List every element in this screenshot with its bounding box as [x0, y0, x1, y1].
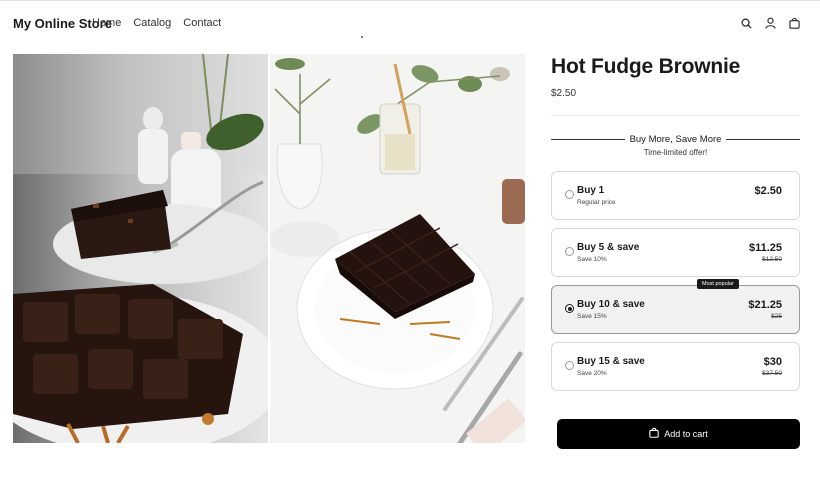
nav-catalog[interactable]: Catalog — [133, 17, 171, 29]
option-name: Buy 5 & save — [577, 242, 640, 253]
option-subtitle: Save 10% — [577, 256, 607, 263]
option-name: Buy 10 & save — [577, 299, 645, 310]
most-popular-badge: Most popular — [697, 279, 739, 289]
radio-button[interactable] — [565, 247, 574, 256]
bag-icon — [649, 425, 659, 443]
option-compare-price: $25 — [771, 313, 782, 320]
main-nav: Home Catalog Contact — [92, 17, 233, 29]
option-name: Buy 15 & save — [577, 356, 645, 367]
bundle-option-buy-1[interactable]: Buy 1 Regular price $2.50 — [551, 171, 800, 220]
bundle-heading: Buy More, Save More — [629, 134, 722, 145]
radio-button-selected[interactable] — [565, 304, 574, 313]
nav-contact[interactable]: Contact — [183, 17, 221, 29]
option-price: $21.25 — [748, 299, 782, 311]
radio-button[interactable] — [565, 361, 574, 370]
radio-button[interactable] — [565, 190, 574, 199]
carousel-dot — [361, 36, 363, 38]
option-compare-price: $37.50 — [762, 370, 782, 377]
option-subtitle: Save 15% — [577, 313, 607, 320]
add-to-cart-button[interactable]: Add to cart — [557, 419, 800, 449]
product-image-1[interactable] — [13, 54, 268, 443]
option-price: $30 — [763, 356, 782, 368]
bundle-subheading: Time-limited offer! — [643, 148, 708, 157]
product-image-2[interactable] — [270, 54, 525, 443]
option-price: $11.25 — [748, 242, 782, 254]
option-name: Buy 1 — [577, 185, 605, 196]
option-subtitle: Save 20% — [577, 370, 607, 377]
bundle-option-buy-15[interactable]: Buy 15 & save Save 20% $30 $37.50 — [551, 342, 800, 391]
add-to-cart-label: Add to cart — [664, 429, 708, 439]
option-price: $2.50 — [754, 185, 782, 197]
option-compare-price: $12.50 — [762, 256, 782, 263]
bundle-header: Buy More, Save More Time-limited offer! — [551, 0, 800, 170]
bundle-option-buy-10[interactable]: Buy 10 & save Save 15% $21.25 $25 — [551, 285, 800, 334]
nav-home[interactable]: Home — [92, 17, 121, 29]
option-subtitle: Regular price — [577, 199, 616, 206]
bundle-option-buy-5[interactable]: Buy 5 & save Save 10% $11.25 $12.50 — [551, 228, 800, 277]
